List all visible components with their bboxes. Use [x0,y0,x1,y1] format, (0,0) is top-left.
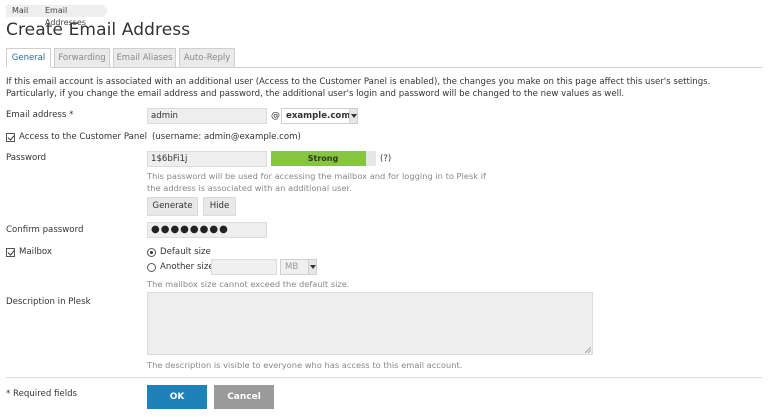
description-label: Description in Plesk [6,297,91,307]
page-title: Create Email Address [6,20,191,40]
size-unit-value: MB [285,262,299,272]
email-domain-select[interactable]: example.com [281,108,358,124]
mailbox-label: Mailbox [19,247,52,257]
required-fields-note: * Required fields [6,389,78,399]
description-hint: The description is visible to everyone w… [147,360,463,370]
mailbox-checkbox[interactable] [6,248,15,257]
email-local-part-input[interactable]: admin [147,108,267,124]
password-strength-label: Strong [307,154,339,163]
footer-divider [6,377,762,378]
generate-password-button[interactable]: Generate [147,197,198,216]
customer-panel-label: Access to the Customer Panel [19,132,148,142]
tab-auto-reply[interactable]: Auto-Reply [179,48,235,68]
default-size-radio[interactable] [147,248,156,257]
email-domain-value: example.com [286,111,351,121]
description-textarea[interactable] [147,292,593,355]
another-size-input[interactable] [211,259,277,275]
customer-panel-checkbox[interactable] [6,133,15,142]
mailbox-hint: The mailbox size cannot exceed the defau… [147,279,350,289]
breadcrumb-mail[interactable]: Mail [6,5,43,17]
default-size-label: Default size [160,247,211,257]
tab-email-aliases[interactable]: Email Aliases [113,48,176,68]
hide-password-button[interactable]: Hide [203,197,236,216]
another-size-label: Another size [160,262,214,272]
password-label: Password [6,153,47,163]
chevron-down-icon [349,109,357,123]
resize-grip-icon[interactable] [585,347,591,353]
breadcrumb-email-addresses[interactable]: Email Addresses [39,5,108,27]
confirm-password-label: Confirm password [6,225,84,235]
ok-button[interactable]: OK [147,385,207,409]
customer-panel-username: (username: admin@example.com) [152,132,301,142]
another-size-radio[interactable] [147,263,156,272]
confirm-password-input[interactable]: ●●●●●●●● [147,222,267,238]
at-sign: @ [271,111,280,121]
tab-forwarding[interactable]: Forwarding [54,48,110,68]
password-hint: This password will be used for accessing… [147,171,486,193]
password-help-link[interactable]: (?) [380,154,391,164]
tab-general[interactable]: General [6,48,51,68]
intro-text: If this email account is associated with… [6,77,711,99]
cancel-button[interactable]: Cancel [214,385,274,409]
chevron-down-icon [308,260,316,274]
password-input[interactable]: 1$6bFi1j [147,151,267,167]
email-address-label: Email address * [6,110,74,120]
size-unit-select[interactable]: MB [280,259,317,275]
password-strength-meter: Strong [271,151,376,166]
